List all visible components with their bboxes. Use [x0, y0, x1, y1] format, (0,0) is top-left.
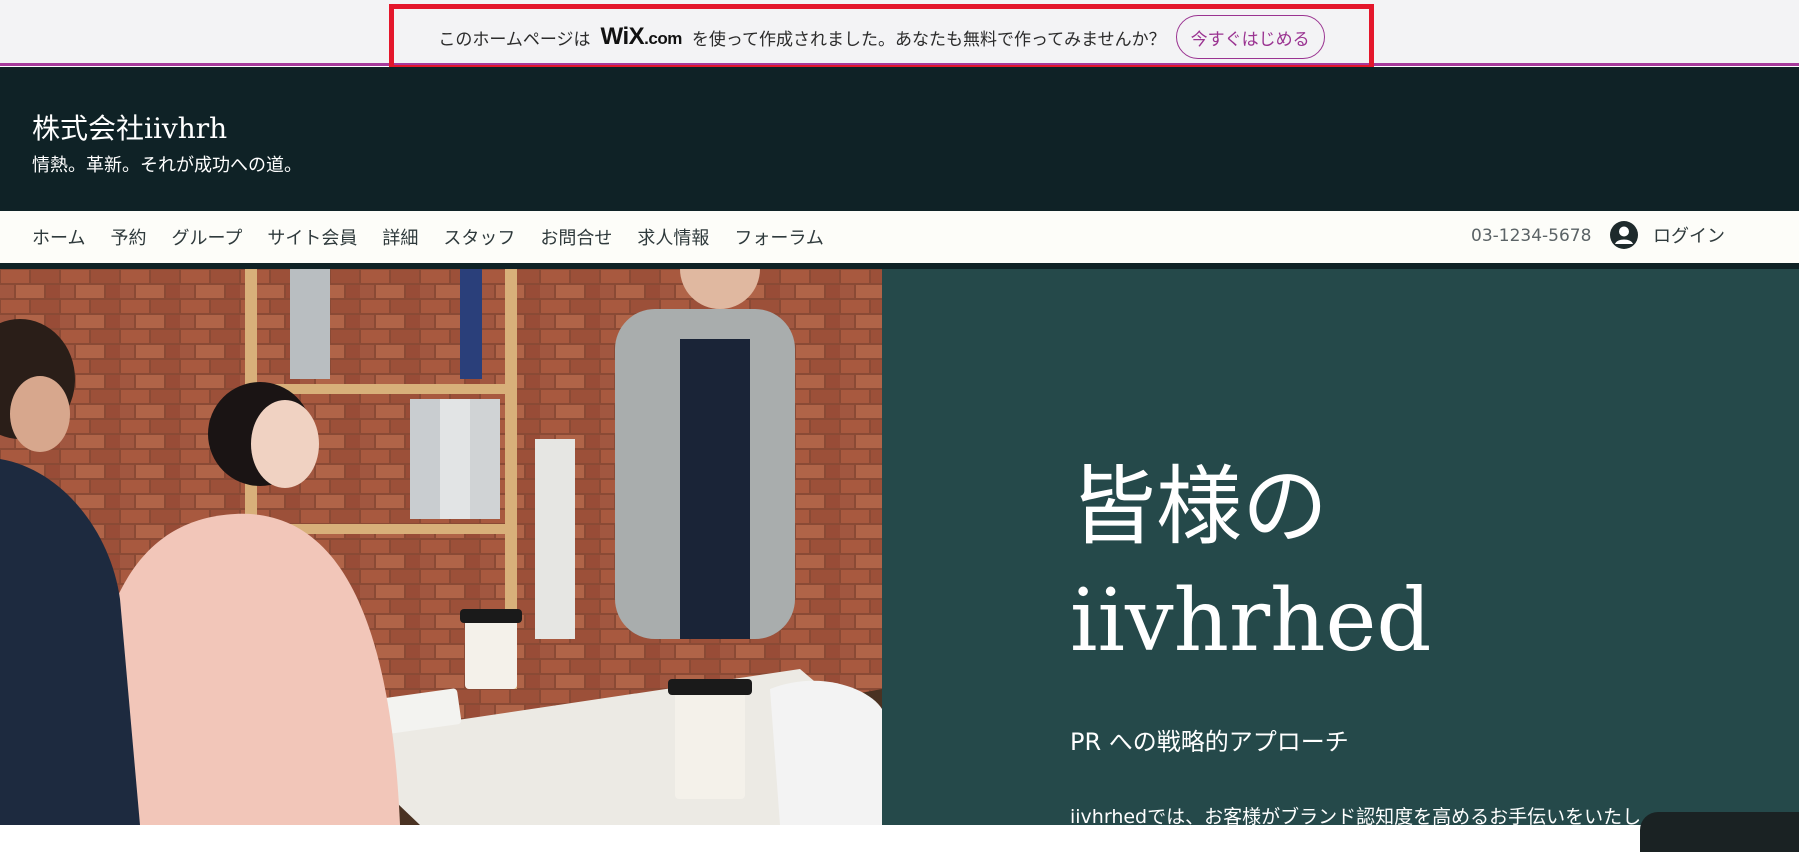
nav-item-members[interactable]: サイト会員 — [267, 224, 357, 250]
promo-text-after: を使って作成されました。あなたも無料で作ってみませんか？ — [691, 29, 1166, 50]
phone-number[interactable]: 03-1234-5678 — [1471, 226, 1591, 246]
user-avatar-icon — [1610, 221, 1638, 249]
nav-item-contact[interactable]: お問合せ — [540, 224, 612, 250]
login-label: ログイン — [1653, 226, 1725, 247]
hero-office-photo — [0, 269, 882, 825]
site-header: 株式会社iivhrh 情熱。革新。それが成功への道。 — [0, 67, 1799, 211]
site-tagline: 情熱。革新。それが成功への道。 — [32, 155, 302, 176]
nav-item-jobs[interactable]: 求人情報 — [637, 224, 709, 250]
promo-highlight-frame: このホームページは WiX.com を使って作成されました。あなたも無料で作って… — [389, 4, 1374, 70]
nav-item-forum[interactable]: フォーラム — [734, 224, 823, 250]
hero-title: 皆様の iivhrhed — [1070, 450, 1431, 678]
promo-text-before: このホームページは — [438, 29, 591, 50]
hero-title-line1: 皆様の — [1070, 457, 1328, 557]
hero-subtitle: PR への戦略的アプローチ — [1070, 728, 1349, 756]
nav-item-details[interactable]: 詳細 — [382, 224, 418, 250]
nav-item-booking[interactable]: 予約 — [110, 224, 146, 250]
start-now-button[interactable]: 今すぐはじめる — [1175, 15, 1325, 59]
nav-item-groups[interactable]: グループ — [171, 224, 242, 250]
chat-widget[interactable] — [1640, 812, 1799, 852]
hero-title-line2: iivhrhed — [1070, 571, 1432, 671]
main-nav: ホーム 予約 グループ サイト会員 詳細 スタッフ お問合せ 求人情報 フォーラ… — [0, 211, 1799, 269]
wix-promo-bar: このホームページは WiX.com を使って作成されました。あなたも無料で作って… — [0, 0, 1799, 70]
login-button[interactable]: ログイン — [1609, 220, 1725, 250]
nav-menu: ホーム 予約 グループ サイト会員 詳細 スタッフ お問合せ 求人情報 フォーラ… — [32, 211, 824, 263]
site-title[interactable]: 株式会社iivhrh — [32, 107, 227, 147]
office-meeting-image — [0, 269, 882, 825]
nav-item-home[interactable]: ホーム — [32, 224, 85, 250]
wix-logo: WiX.com — [600, 23, 683, 50]
nav-item-staff[interactable]: スタッフ — [443, 224, 515, 250]
